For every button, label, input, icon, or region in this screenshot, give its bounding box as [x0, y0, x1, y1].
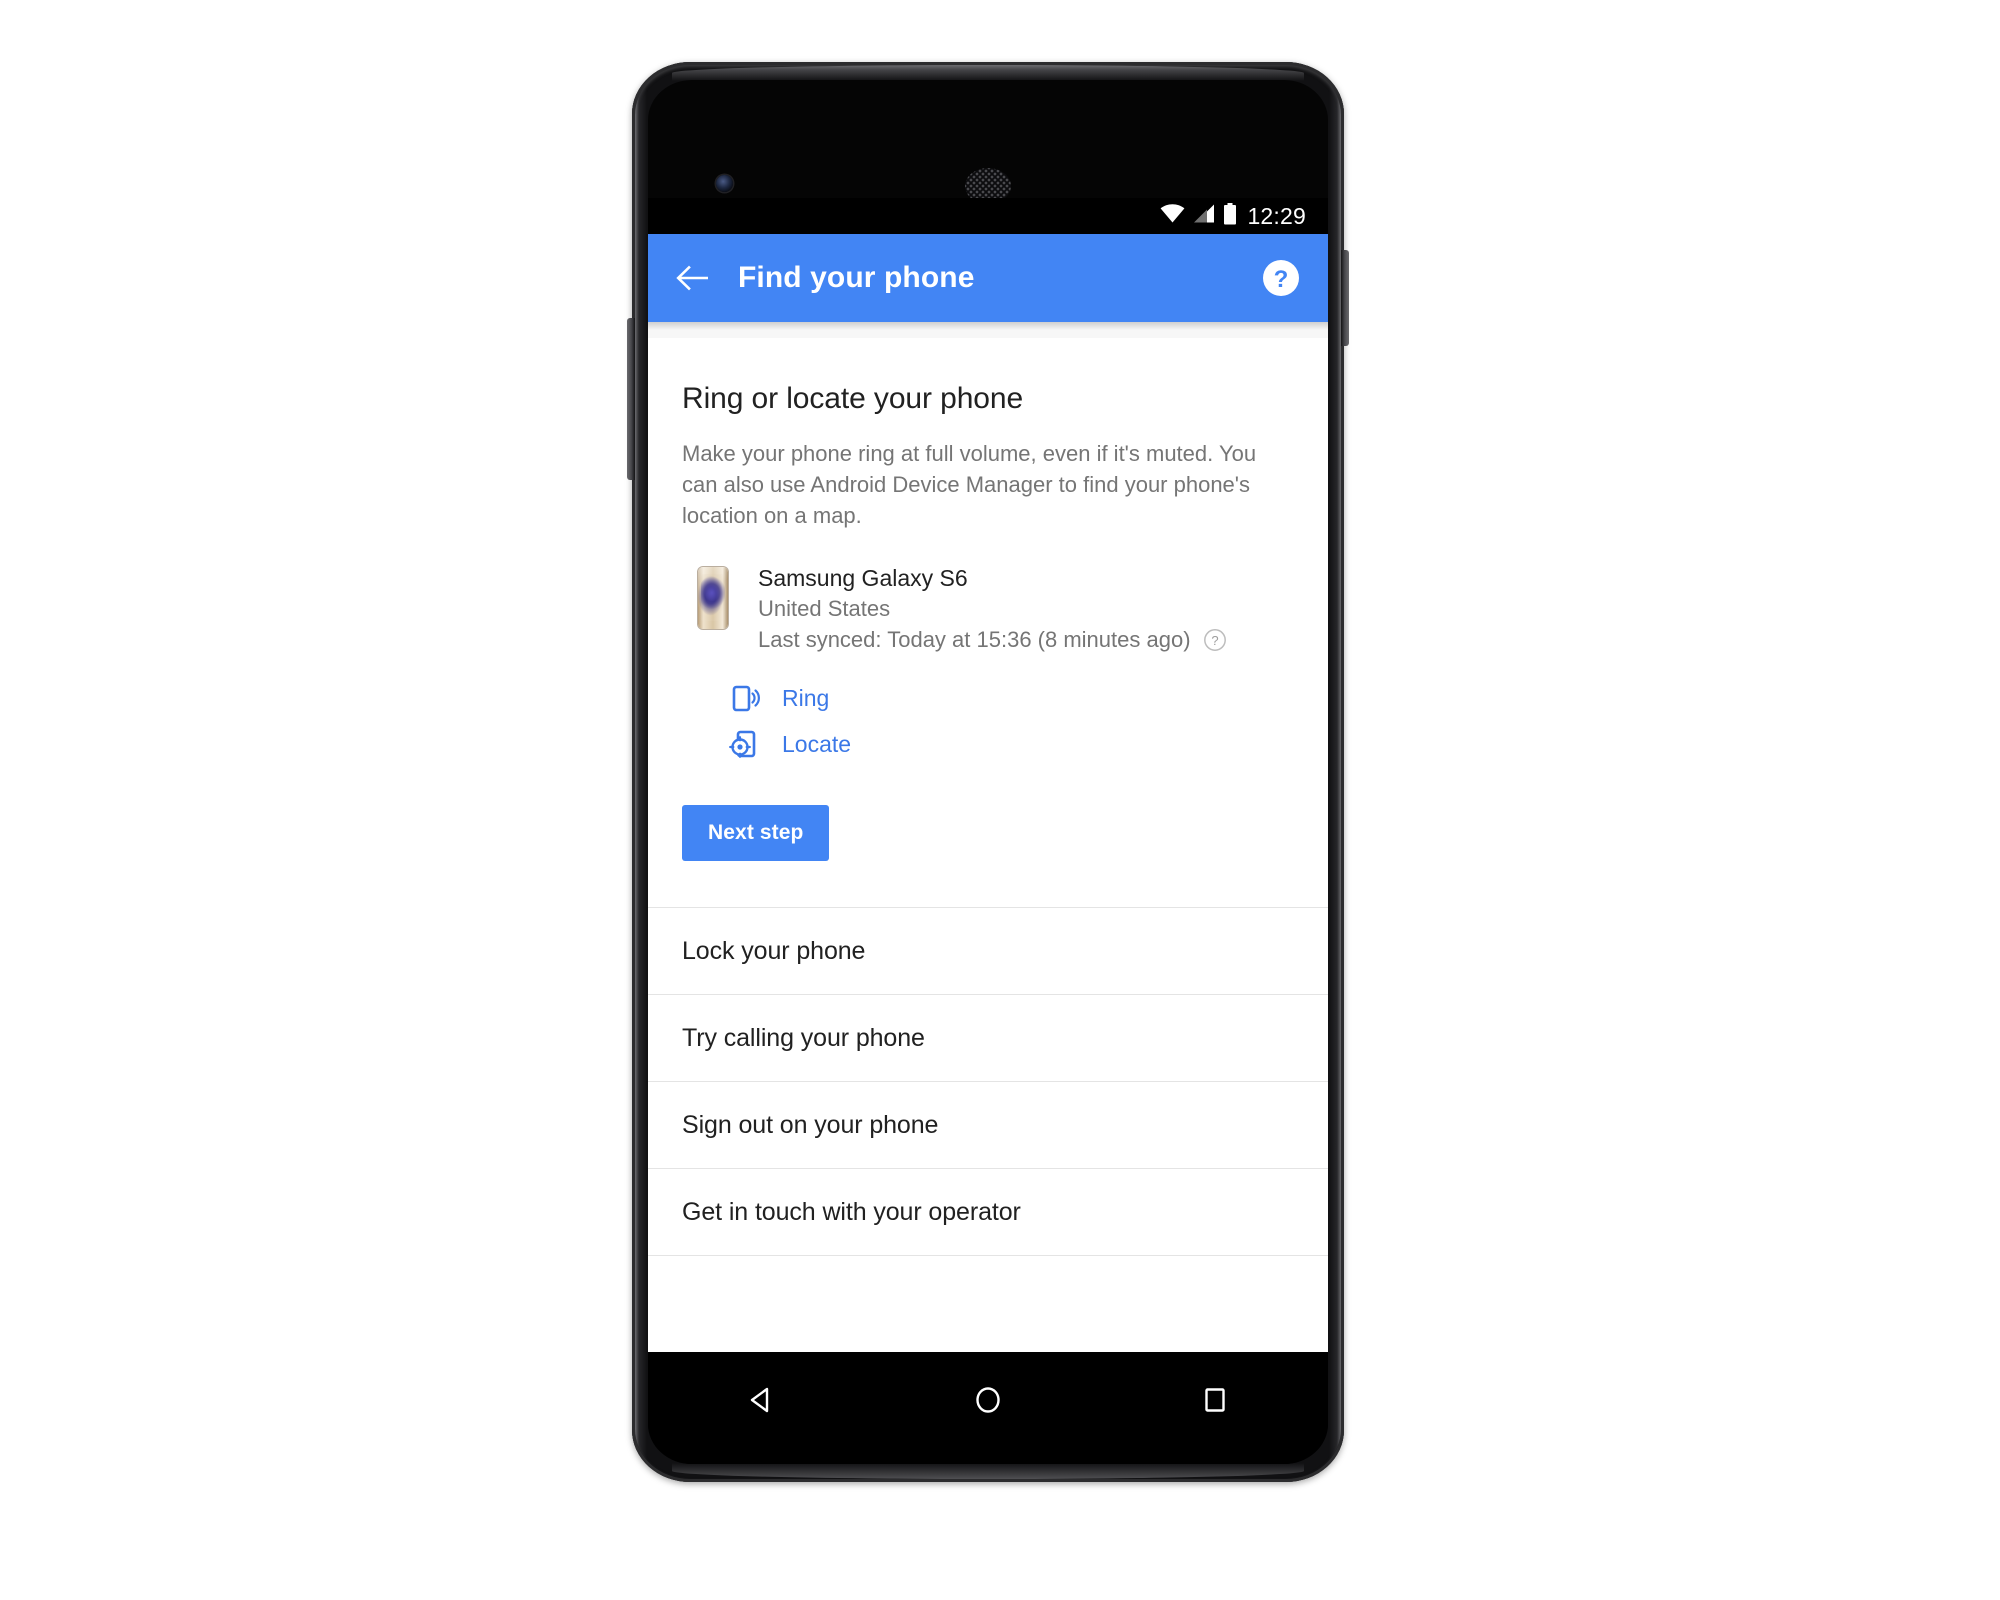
device-summary-row: Samsung Galaxy S6 United States Last syn… [682, 531, 1294, 655]
nav-home-circle-icon[interactable] [946, 1374, 1030, 1426]
ring-or-locate-section: Ring or locate your phone Make your phon… [648, 338, 1328, 907]
section-heading: Ring or locate your phone [682, 382, 1024, 415]
app-bar: Find your phone ? [648, 234, 1328, 322]
list-item-label: Try calling your phone [682, 1023, 925, 1052]
android-navigation-bar [648, 1352, 1328, 1464]
list-item-sign-out-on-your-phone[interactable]: Sign out on your phone [648, 1082, 1328, 1169]
page-title: Find your phone [738, 261, 975, 294]
device-country: United States [758, 596, 891, 621]
locate-action-label: Locate [782, 730, 852, 757]
nav-back-triangle-icon[interactable] [719, 1374, 803, 1426]
ring-action[interactable]: Ring [728, 675, 1294, 721]
section-description: Make your phone ring at full volume, eve… [682, 441, 1257, 528]
app-bar-shadow [648, 322, 1328, 330]
locate-action[interactable]: Locate [728, 721, 1294, 767]
wifi-icon [1160, 204, 1185, 228]
device-sync-line: Last synced: Today at 15:36 (8 minutes a… [758, 624, 1294, 655]
device-info: Samsung Galaxy S6 United States Last syn… [728, 563, 1294, 655]
content-scroll-area[interactable]: Ring or locate your phone Make your phon… [648, 322, 1328, 1352]
android-phone-device: 12:29 Find your phone ? Ring or locate y… [627, 62, 1349, 1482]
status-bar-icons [1160, 202, 1237, 230]
battery-icon [1223, 202, 1237, 230]
list-item-label: Lock your phone [682, 936, 866, 965]
device-last-synced: Last synced: Today at 15:36 (8 minutes a… [758, 627, 1191, 652]
power-button[interactable] [1341, 250, 1349, 346]
device-actions: Ring Locate [682, 655, 1294, 767]
list-item-get-in-touch-with-your-operator[interactable]: Get in touch with your operator [648, 1169, 1328, 1256]
list-item-try-calling-your-phone[interactable]: Try calling your phone [648, 995, 1328, 1082]
list-item-lock-your-phone[interactable]: Lock your phone [648, 908, 1328, 995]
help-circle-icon[interactable]: ? [1260, 257, 1302, 299]
list-bottom-spacer [648, 1256, 1328, 1296]
ring-action-label: Ring [782, 684, 830, 711]
phone-screen: 12:29 Find your phone ? Ring or locate y… [648, 80, 1328, 1464]
list-item-label: Sign out on your phone [682, 1110, 939, 1139]
phone-locate-target-icon [728, 727, 762, 761]
svg-text:?: ? [1211, 633, 1218, 648]
help-circle-outline-icon[interactable]: ? [1203, 628, 1227, 652]
device-name: Samsung Galaxy S6 [758, 565, 968, 591]
next-step-button[interactable]: Next step [682, 805, 830, 861]
next-step-button-wrap: Next step [682, 767, 1294, 907]
svg-text:?: ? [1274, 266, 1289, 293]
collapsed-sections-list: Lock your phone Try calling your phone S… [648, 907, 1328, 1296]
volume-rocker-button[interactable] [627, 318, 635, 480]
list-item-label: Get in touch with your operator [682, 1197, 1021, 1226]
back-arrow-icon[interactable] [672, 258, 712, 298]
nav-recents-square-icon[interactable] [1173, 1374, 1257, 1426]
status-bar-time: 12:29 [1247, 202, 1306, 229]
cellular-signal-icon [1193, 204, 1215, 228]
samsung-galaxy-s6-thumbnail [698, 567, 728, 629]
status-bar: 12:29 [648, 198, 1328, 234]
phone-ringing-icon [728, 681, 762, 715]
